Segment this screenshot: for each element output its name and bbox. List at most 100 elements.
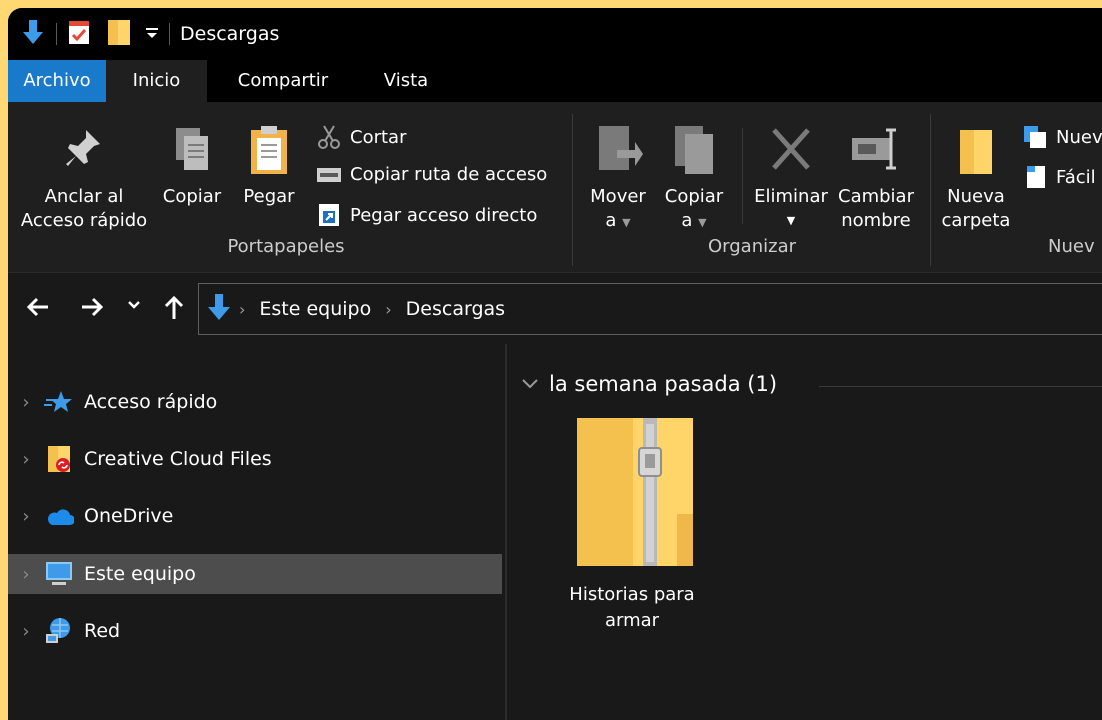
group-header-label: la semana pasada (1) — [549, 372, 778, 396]
scissors-icon — [318, 125, 340, 149]
file-name-line2: armar — [604, 610, 660, 631]
delete-x-icon — [748, 122, 834, 185]
cloud-icon — [48, 509, 74, 525]
copy-button[interactable]: Copiar — [158, 122, 226, 209]
expand-chevron-icon[interactable]: › — [8, 506, 44, 527]
breadcrumb-descargas[interactable]: Descargas — [406, 298, 505, 320]
move-to-icon — [582, 122, 654, 185]
paste-shortcut-label: Pegar acceso directo — [350, 204, 538, 226]
move-label-line2: a — [605, 210, 617, 231]
breadcrumb-separator: › — [385, 299, 392, 319]
nav-item-creative-cloud-files[interactable]: › Creative Cloud Files — [8, 439, 502, 479]
expand-chevron-icon[interactable]: › — [8, 449, 44, 470]
group-label-nuevo: Nuev — [1048, 236, 1095, 257]
breadcrumb-separator: › — [239, 299, 246, 319]
paste-shortcut-button[interactable]: Pegar acceso directo — [316, 202, 537, 228]
tab-inicio[interactable]: Inicio — [106, 60, 207, 102]
new-folder-button[interactable]: Nueva carpeta — [938, 126, 1014, 233]
copy-path-icon — [317, 167, 341, 182]
collapse-chevron-icon[interactable] — [521, 375, 539, 394]
nav-item-label: Este equipo — [84, 563, 196, 585]
expand-chevron-icon[interactable]: › — [8, 392, 44, 413]
easy-access-button[interactable]: Fácil — [1024, 164, 1096, 190]
nav-item-red[interactable]: › Red — [8, 611, 502, 651]
dropdown-caret-icon: ▼ — [698, 216, 707, 229]
rename-button[interactable]: Cambiar nombre — [834, 122, 918, 233]
new-folder-quick-icon[interactable] — [107, 18, 131, 50]
nav-item-acceso-rapido[interactable]: › Acceso rápido — [8, 382, 502, 422]
copy-to-button[interactable]: Copiar a ▼ — [658, 122, 730, 235]
ribbon-tabs: Archivo Inicio Compartir Vista — [8, 60, 1102, 102]
computer-icon — [46, 562, 72, 585]
address-bar[interactable]: › Este equipo › Descargas — [198, 283, 1102, 335]
rename-label-line2: nombre — [841, 210, 911, 231]
pin-label-line2: Acceso rápido — [20, 210, 148, 231]
back-arrow-icon[interactable] — [24, 293, 52, 325]
properties-icon[interactable] — [67, 18, 91, 50]
pin-icon — [14, 126, 154, 185]
recent-locations-chevron-icon[interactable] — [126, 297, 142, 317]
forward-arrow-icon[interactable] — [78, 293, 106, 325]
expand-chevron-icon[interactable]: › — [8, 564, 44, 585]
paste-shortcut-icon — [319, 204, 339, 226]
new-item-button[interactable]: Nuev — [1022, 124, 1102, 150]
network-icon — [46, 618, 70, 643]
file-name: Historias para armar — [557, 582, 707, 634]
delete-button[interactable]: Eliminar ▼ — [748, 122, 834, 233]
downloads-location-icon — [205, 292, 233, 326]
copy-to-label-line1: Copiar — [664, 186, 724, 207]
file-list-view: la semana pasada (1) Historias para arma… — [507, 344, 1102, 720]
copy-path-label: Copiar ruta de acceso — [350, 164, 548, 185]
copy-to-icon — [658, 122, 730, 185]
cut-button[interactable]: Cortar — [316, 124, 406, 150]
clipboard-icon — [236, 122, 302, 185]
paste-button[interactable]: Pegar — [236, 122, 302, 209]
copy-icon — [158, 122, 226, 185]
group-separator — [572, 114, 573, 266]
dropdown-caret-icon: ▼ — [786, 214, 796, 227]
group-header[interactable]: la semana pasada (1) — [521, 372, 777, 396]
nav-item-label: Acceso rápido — [84, 391, 218, 413]
copy-path-button[interactable]: Copiar ruta de acceso — [316, 164, 547, 185]
group-separator — [930, 114, 931, 266]
star-icon — [44, 391, 72, 412]
move-label-line1: Mover — [590, 186, 646, 207]
nav-item-label: Red — [84, 620, 121, 642]
tab-vista[interactable]: Vista — [364, 60, 448, 102]
new-item-icon — [1024, 126, 1046, 148]
expand-chevron-icon[interactable]: › — [8, 621, 44, 642]
pin-quick-access-button[interactable]: Anclar al Acceso rápido — [14, 126, 154, 233]
nav-item-label: OneDrive — [84, 505, 174, 527]
group-label-portapapeles: Portapapeles — [227, 236, 345, 257]
up-arrow-icon[interactable] — [160, 293, 188, 325]
move-to-button[interactable]: Mover a ▼ — [582, 122, 654, 235]
toolbar-separator — [56, 23, 57, 45]
address-row: › Este equipo › Descargas — [8, 272, 1102, 345]
creative-cloud-folder-icon — [48, 446, 70, 472]
ribbon: Anclar al Acceso rápido Copiar Pegar Cor… — [8, 102, 1102, 272]
nav-item-onedrive[interactable]: › OneDrive — [8, 496, 502, 536]
cut-label: Cortar — [350, 126, 407, 148]
delete-label: Eliminar — [754, 186, 828, 207]
new-folder-label-line2: carpeta — [941, 210, 1011, 231]
copy-label: Copiar — [162, 186, 222, 207]
breadcrumb-este-equipo[interactable]: Este equipo — [259, 298, 371, 320]
tab-compartir[interactable]: Compartir — [218, 60, 348, 102]
nav-item-este-equipo[interactable]: › Este equipo — [8, 554, 502, 594]
download-arrow-icon[interactable] — [20, 18, 46, 50]
window-title: Descargas — [180, 23, 280, 45]
file-item[interactable]: Historias para armar — [557, 414, 707, 634]
group-separator — [742, 128, 743, 224]
toolbar-separator — [169, 23, 170, 45]
easy-access-icon — [1027, 166, 1045, 188]
navigation-pane: › Acceso rápido › Creative Cloud Files ›… — [8, 344, 505, 720]
tab-archivo[interactable]: Archivo — [8, 60, 106, 102]
nav-item-label: Creative Cloud Files — [84, 448, 272, 470]
customize-quick-access-icon[interactable] — [145, 24, 159, 44]
file-explorer-window: Descargas Archivo Inicio Compartir Vista… — [8, 8, 1102, 720]
copy-to-label-line2: a — [681, 210, 693, 231]
new-folder-label-line1: Nueva — [947, 186, 1005, 207]
rename-icon — [834, 122, 918, 185]
group-divider-line — [819, 386, 1102, 387]
group-label-organizar: Organizar — [708, 236, 796, 257]
